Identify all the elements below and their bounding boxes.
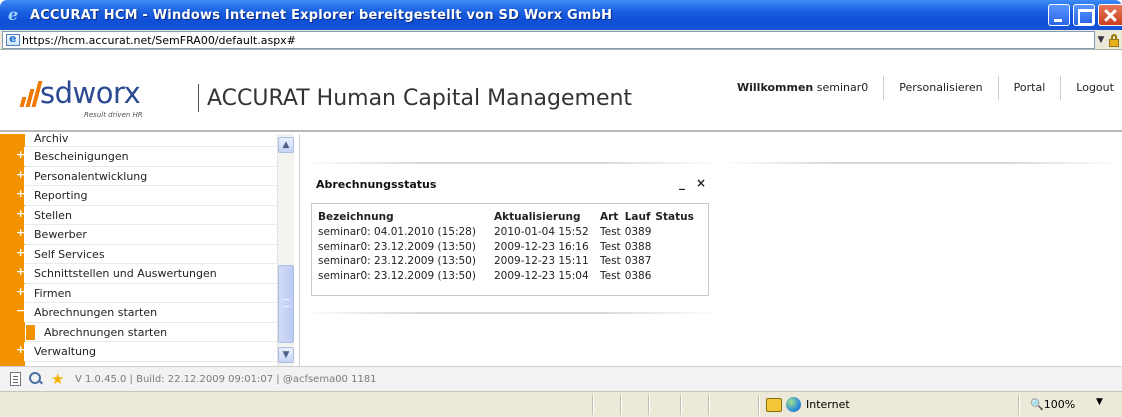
cell-status (655, 269, 697, 284)
sidebar-item-abrechnungen-starten[interactable]: − Abrechnungen starten (16, 303, 277, 323)
cell-status (655, 225, 697, 240)
table-header-row: Bezeichnung Aktualisierung Art Lauf Stat… (318, 208, 698, 225)
security-zone-label[interactable]: Internet (806, 398, 850, 411)
sidebar-item-self-services[interactable]: + Self Services (16, 244, 277, 264)
sidebar-subitem-abrechnungen-starten[interactable]: Abrechnungen starten (25, 323, 277, 342)
app-footer: ★ V 1.0.45.0 | Build: 22.12.2009 09:01:0… (0, 366, 1122, 391)
table-row[interactable]: seminar0: 23.12.2009 (13:50) 2009-12-23 … (318, 254, 698, 269)
page-icon (6, 32, 20, 46)
scroll-up-icon[interactable]: ▲ (278, 137, 294, 153)
favorites-star-icon[interactable]: ★ (51, 371, 67, 387)
logo-divider (198, 84, 199, 112)
column-header: Status (655, 210, 694, 223)
status-separator (708, 395, 709, 415)
version-info: V 1.0.45.0 | Build: 22.12.2009 09:01:07 … (75, 373, 377, 385)
status-separator (620, 395, 621, 415)
browser-status-bar: Internet 🔍100% ▼ (0, 391, 1122, 417)
scrollbar-thumb[interactable] (278, 265, 294, 343)
cell-aktualisierung: 2009-12-23 16:16 (494, 240, 589, 253)
ie-logo-icon: e (8, 5, 19, 24)
document-icon[interactable] (10, 372, 21, 386)
portal-link[interactable]: Portal (999, 76, 1062, 100)
window-title: ACCURAT HCM - Windows Internet Explorer … (30, 7, 613, 23)
cell-aktualisierung: 2010-01-04 15:52 (494, 226, 589, 239)
sidebar-item-reporting[interactable]: + Reporting (16, 186, 277, 206)
sidebar-item-bewerber[interactable]: + Bewerber (16, 225, 277, 245)
url-text: https://hcm.accurat.net/SemFRA00/default… (22, 33, 296, 47)
cell-lauf: 0389 (624, 226, 652, 239)
logout-link[interactable]: Logout (1061, 76, 1122, 100)
sidebar-item-firmen[interactable]: + Firmen (16, 283, 277, 303)
sidebar-item-personalentwicklung[interactable]: + Personalentwicklung (16, 166, 277, 186)
cell-aktualisierung: 2009-12-23 15:11 (494, 255, 589, 268)
table-row[interactable]: seminar0: 04.01.2010 (15:28) 2010-01-04 … (318, 225, 698, 240)
status-table-container: Bezeichnung Aktualisierung Art Lauf Stat… (311, 203, 709, 296)
protected-mode-icon[interactable] (766, 398, 782, 412)
status-separator (1018, 395, 1019, 415)
url-dropdown-icon[interactable]: ▼ (1093, 33, 1109, 47)
top-navigation: Willkommen seminar0 Personalisieren Port… (722, 76, 1122, 100)
app-title: ACCURAT Human Capital Management (207, 86, 633, 111)
sdworx-logo: sdworx (40, 76, 141, 110)
table-row[interactable]: seminar0: 23.12.2009 (13:50) 2009-12-23 … (318, 240, 698, 255)
cell-bezeichnung: seminar0: 23.12.2009 (13:50) (318, 240, 476, 253)
table-row[interactable]: seminar0: 23.12.2009 (13:50) 2009-12-23 … (318, 269, 698, 284)
status-separator (680, 395, 681, 415)
app-header: sdworx Result driven HR ACCURAT Human Ca… (0, 50, 1122, 132)
cell-lauf: 0388 (624, 240, 652, 253)
logo-tagline: Result driven HR (84, 111, 143, 119)
sidebar-item-bescheinigungen[interactable]: + Bescheinigungen (16, 147, 277, 167)
cell-art: Test (600, 269, 621, 282)
cell-art: Test (600, 240, 621, 253)
close-window-button[interactable] (1098, 4, 1122, 26)
widget-title: Abrechnungsstatus (316, 178, 437, 191)
zoom-level[interactable]: 🔍100% (1030, 398, 1075, 411)
zone-divider (721, 162, 1121, 164)
cell-status (655, 254, 697, 269)
sidebar-item-stellen[interactable]: + Stellen (16, 205, 277, 225)
sidebar-item-verwaltung[interactable]: + Verwaltung (16, 342, 277, 362)
widget-minimize-button[interactable]: _ (679, 176, 685, 190)
internet-zone-globe-icon (786, 397, 801, 412)
url-field[interactable]: https://hcm.accurat.net/SemFRA00/default… (2, 31, 1095, 49)
cell-bezeichnung: seminar0: 23.12.2009 (13:50) (318, 269, 476, 282)
scroll-down-icon[interactable]: ▼ (278, 347, 294, 363)
status-separator (592, 395, 593, 415)
cell-bezeichnung: seminar0: 23.12.2009 (13:50) (318, 255, 476, 268)
sidebar-item-schnittstellen[interactable]: + Schnittstellen und Auswertungen (16, 264, 277, 284)
lock-icon[interactable] (1108, 33, 1120, 47)
sidebar: +Archiv +Bescheinigungen +Personalentwic… (0, 134, 300, 366)
sidebar-menu: +Archiv +Bescheinigungen +Personalentwic… (16, 134, 277, 362)
zone-divider (301, 162, 721, 164)
sidebar-scrollbar[interactable]: ▲ ▼ (277, 134, 294, 366)
column-header: Lauf (624, 210, 651, 223)
widget-close-button[interactable]: × (696, 176, 706, 190)
cell-lauf: 0386 (624, 269, 652, 282)
status-separator (758, 395, 759, 415)
search-icon[interactable] (28, 371, 44, 387)
column-header: Bezeichnung (318, 210, 394, 223)
welcome-text: Willkommen seminar0 (722, 76, 885, 100)
cell-lauf: 0387 (624, 255, 652, 268)
cell-art: Test (600, 226, 621, 239)
sidebar-item-archiv[interactable]: +Archiv (25, 134, 277, 147)
zone-divider (301, 312, 721, 314)
cell-art: Test (600, 255, 621, 268)
personalize-link[interactable]: Personalisieren (884, 76, 999, 100)
status-table: Bezeichnung Aktualisierung Art Lauf Stat… (318, 208, 698, 283)
cell-bezeichnung: seminar0: 04.01.2010 (15:28) (318, 226, 476, 239)
billing-status-widget: Abrechnungsstatus _ × Bezeichnung Aktual… (309, 174, 711, 298)
column-header: Aktualisierung (494, 210, 581, 223)
zoom-dropdown-icon[interactable]: ▼ (1096, 397, 1103, 407)
main-content: Abrechnungsstatus _ × Bezeichnung Aktual… (301, 134, 1122, 366)
sdworx-logo-mark-icon (19, 81, 43, 107)
cell-status (655, 240, 697, 255)
window-titlebar: e ACCURAT HCM - Windows Internet Explore… (0, 0, 1122, 30)
column-header: Art (600, 210, 619, 223)
cell-aktualisierung: 2009-12-23 15:04 (494, 269, 589, 282)
minimize-window-button[interactable] (1048, 4, 1070, 26)
address-bar: https://hcm.accurat.net/SemFRA00/default… (0, 30, 1122, 50)
maximize-window-button[interactable] (1073, 4, 1095, 26)
status-separator (648, 395, 649, 415)
